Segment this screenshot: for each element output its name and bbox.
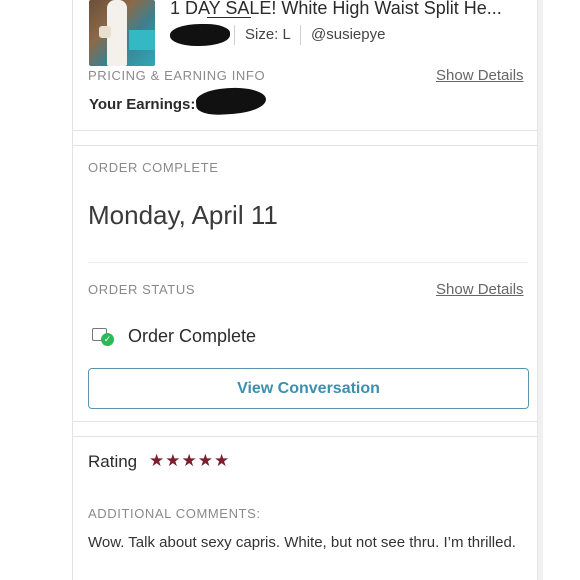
order-status-label: ORDER STATUS xyxy=(88,282,196,297)
scrollbar-track[interactable] xyxy=(537,0,543,580)
section-divider xyxy=(73,436,537,437)
order-status-text: Order Complete xyxy=(128,326,257,346)
order-complete-date: Monday, April 11 xyxy=(88,200,278,230)
meta-separator xyxy=(234,25,235,45)
star-icon: ★ xyxy=(181,451,197,471)
section-divider xyxy=(88,262,528,263)
panel-left-border xyxy=(72,0,73,580)
redacted-earnings xyxy=(195,85,267,117)
rating-label: Rating xyxy=(88,452,138,471)
status-show-details-link[interactable]: Show Details xyxy=(436,281,524,298)
section-divider xyxy=(73,130,537,131)
order-complete-icon: ✓ xyxy=(92,325,116,347)
meta-separator xyxy=(300,25,301,45)
checkmark-icon: ✓ xyxy=(101,333,114,346)
title-underline xyxy=(207,17,251,18)
section-divider xyxy=(73,145,537,146)
rating-stars: ★ ★ ★ ★ ★ xyxy=(149,451,229,471)
star-icon: ★ xyxy=(149,451,165,471)
thumbnail-pool xyxy=(129,30,155,50)
thumbnail-bag xyxy=(99,26,111,38)
earnings-label: Your Earnings: $ xyxy=(89,96,208,113)
pricing-section-label: PRICING & EARNING INFO xyxy=(88,68,266,83)
pricing-show-details-link[interactable]: Show Details xyxy=(436,67,524,84)
comments-label: ADDITIONAL COMMENTS: xyxy=(88,506,261,521)
seller-username[interactable]: @susiepye xyxy=(311,26,385,43)
product-thumbnail[interactable] xyxy=(89,0,155,66)
comment-text: Wow. Talk about sexy capris. White, but … xyxy=(88,534,516,551)
order-complete-label: ORDER COMPLETE xyxy=(88,160,219,175)
product-size: Size: L xyxy=(245,26,291,43)
star-icon: ★ xyxy=(214,451,230,471)
section-divider xyxy=(73,421,537,422)
star-icon: ★ xyxy=(165,451,181,471)
redacted-price xyxy=(170,24,230,46)
view-conversation-button[interactable]: View Conversation xyxy=(88,368,529,409)
star-icon: ★ xyxy=(197,451,213,471)
